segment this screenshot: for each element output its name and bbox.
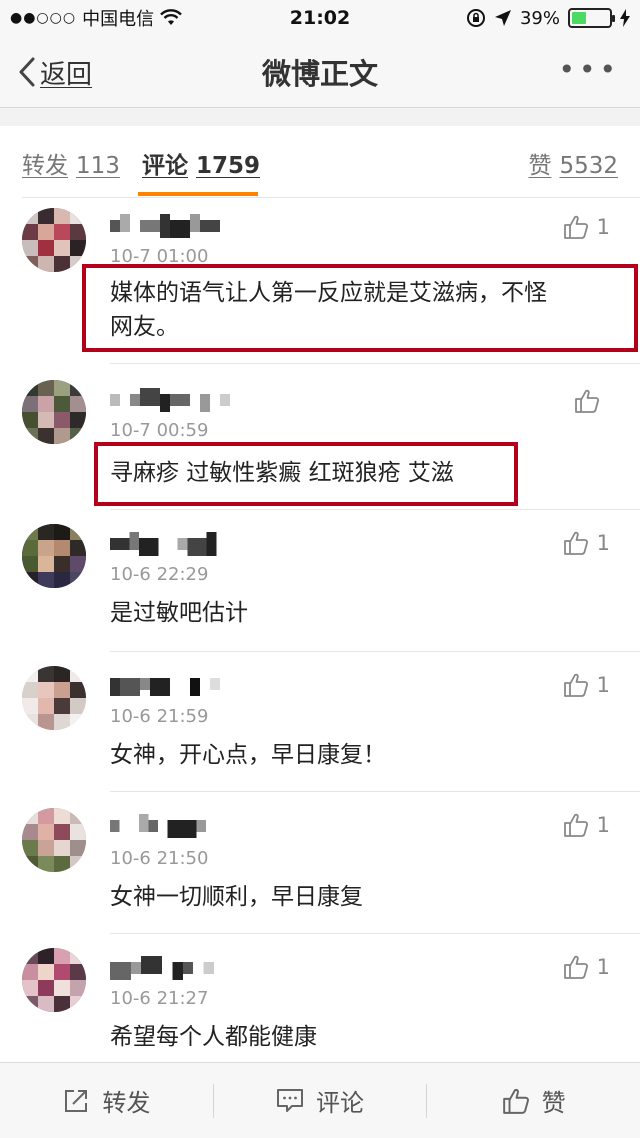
orientation-lock-icon [466, 9, 485, 27]
like-label: 赞 [541, 1089, 566, 1117]
back-button[interactable]: 返回 [18, 54, 92, 90]
thumbs-up-icon [563, 813, 588, 837]
comment-item: 10-6 21:59 女神，开心点，早日康复！ 1 [0, 652, 640, 792]
like-count: 1 [596, 531, 610, 555]
active-tab-indicator [138, 192, 258, 196]
like-count: 1 [596, 215, 610, 239]
wifi-icon [160, 9, 182, 25]
avatar[interactable] [22, 808, 86, 872]
comment-label: 评论 [316, 1089, 364, 1117]
comment-timestamp: 10-6 21:59 [110, 706, 209, 727]
more-options-button[interactable]: ••• [558, 56, 620, 84]
status-right: 39% [466, 8, 630, 29]
comment-item: 10-7 01:00 媒体的语气让人第一反应就是艾滋病，不怪 网友。 1 [0, 198, 640, 364]
comment-text-line: 是过敏吧估计 [110, 600, 248, 626]
username-pixelated[interactable] [110, 814, 206, 838]
tab-repost-label: 转发 [22, 153, 68, 179]
comment-item: 10-6 22:29 是过敏吧估计 1 [0, 510, 640, 652]
tab-comments[interactable]: 评论 1759 [142, 146, 260, 180]
comment-text: 希望每个人都能健康 [110, 1020, 317, 1054]
comment-button[interactable]: 评论 [214, 1081, 427, 1121]
status-bar: ●●○○○ 中国电信 21:02 39% [0, 0, 640, 36]
comment-item: 10-6 21:27 希望每个人都能健康 1 [0, 934, 640, 1062]
thumbs-up-icon [575, 389, 600, 413]
avatar[interactable] [22, 524, 86, 588]
thumbs-up-icon [502, 1088, 529, 1114]
comment-like-button[interactable]: 1 [563, 530, 610, 556]
tab-likes[interactable]: 赞 5532 [528, 146, 618, 180]
carrier-label: 中国电信 [82, 9, 155, 30]
comment-text: 女神，开心点，早日康复！ [110, 738, 386, 772]
page-title: 微博正文 [261, 56, 378, 91]
comment-timestamp: 10-6 21:27 [110, 988, 209, 1009]
username-pixelated[interactable] [110, 672, 220, 696]
comment-text: 是过敏吧估计 [110, 596, 248, 630]
repost-button[interactable]: 转发 [0, 1081, 213, 1121]
username-pixelated[interactable] [110, 214, 230, 238]
comment-like-button[interactable]: 1 [563, 812, 610, 838]
highlight-annotation-box [94, 442, 518, 506]
comment-text-line: 女神，开心点，早日康复！ [110, 742, 386, 768]
thumbs-up-icon [563, 955, 588, 979]
avatar[interactable] [22, 948, 86, 1012]
navigation-bar: 返回 微博正文 ••• [0, 36, 640, 108]
like-count: 1 [596, 813, 610, 837]
comment-text: 女神一切顺利，早日康复 [110, 880, 363, 914]
thumbs-up-icon [563, 673, 588, 697]
bottom-toolbar: 转发 评论 赞 [0, 1062, 640, 1138]
thumbs-up-icon [563, 215, 588, 239]
comment-text-line: 希望每个人都能健康 [110, 1024, 317, 1050]
highlight-annotation-box [82, 264, 638, 352]
comment-list[interactable]: 10-7 01:00 媒体的语气让人第一反应就是艾滋病，不怪 网友。 1 10-… [0, 198, 640, 1062]
charging-bolt-icon [620, 9, 630, 27]
comment-timestamp: 10-6 22:29 [110, 564, 209, 585]
battery-level [572, 12, 587, 24]
tab-repost[interactable]: 转发 113 [22, 146, 120, 180]
repost-icon [65, 1089, 88, 1112]
status-left: ●●○○○ 中国电信 [10, 5, 182, 31]
comment-item: 10-6 21:50 女神一切顺利，早日康复 1 [0, 792, 640, 934]
comment-icon [277, 1088, 303, 1112]
signal-strength-icon: ●●○○○ [10, 10, 77, 26]
tab-comments-count: 1759 [196, 153, 261, 179]
tab-likes-count: 5532 [559, 153, 618, 179]
username-pixelated[interactable] [110, 532, 226, 556]
comment-like-button[interactable]: 1 [563, 954, 610, 980]
comment-item: 10-7 00:59 寻麻疹 过敏性紫癜 红斑狼疮 艾滋 [0, 364, 640, 510]
tab-comments-label: 评论 [142, 153, 188, 179]
username-pixelated[interactable] [110, 388, 240, 412]
avatar[interactable] [22, 380, 86, 444]
comment-timestamp: 10-7 00:59 [110, 420, 209, 441]
back-label: 返回 [40, 59, 93, 90]
chevron-left-icon [19, 57, 35, 87]
comment-like-button[interactable] [574, 388, 608, 414]
like-count: 1 [596, 955, 610, 979]
location-arrow-icon [494, 10, 511, 26]
battery-percent: 39% [519, 7, 560, 29]
comment-timestamp: 10-6 21:50 [110, 848, 209, 869]
avatar[interactable] [22, 666, 86, 730]
tab-repost-count: 113 [76, 153, 120, 179]
comment-like-button[interactable]: 1 [563, 672, 610, 698]
tab-bar: 转发 113 评论 1759 赞 5532 [0, 126, 640, 198]
like-count: 1 [596, 673, 610, 697]
comment-text-line: 女神一切顺利，早日康复 [110, 884, 363, 910]
avatar[interactable] [22, 208, 86, 272]
thumbs-up-icon [563, 531, 588, 555]
battery-icon [568, 8, 615, 28]
like-button[interactable]: 赞 [427, 1081, 640, 1121]
tab-likes-label: 赞 [528, 153, 552, 179]
repost-label: 转发 [102, 1089, 151, 1117]
username-pixelated[interactable] [110, 956, 214, 980]
comment-like-button[interactable]: 1 [563, 214, 610, 240]
